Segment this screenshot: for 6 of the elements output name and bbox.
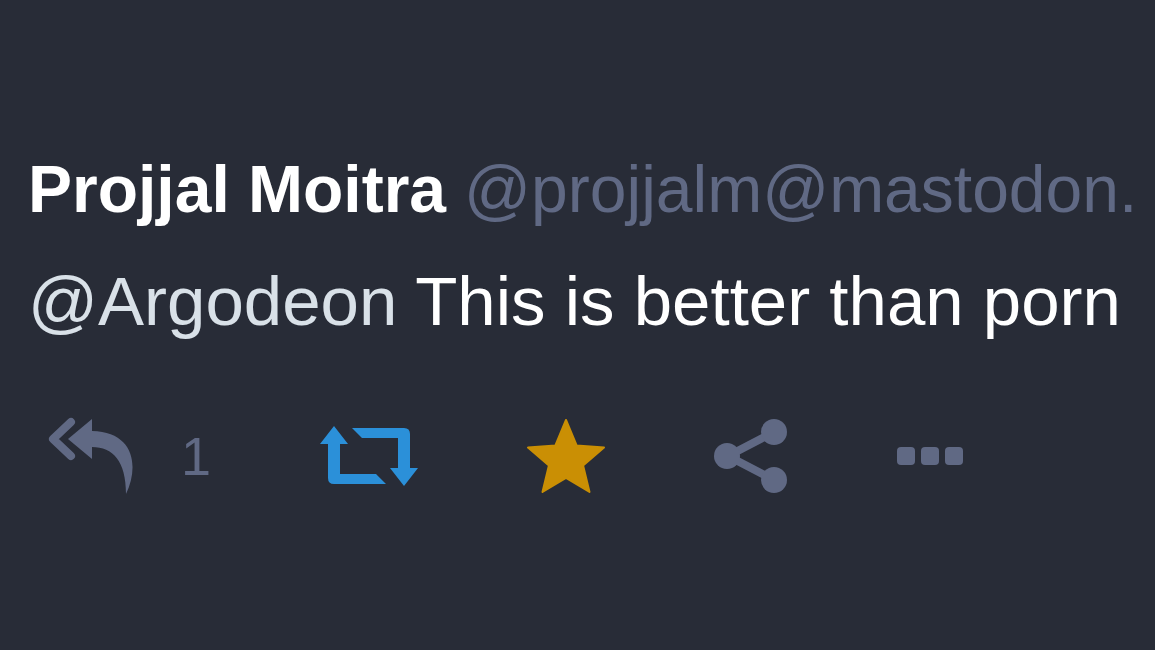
mention-link[interactable]: @Argodeon bbox=[28, 263, 398, 341]
display-name[interactable]: Projjal Moitra bbox=[28, 150, 447, 230]
ellipsis-icon bbox=[897, 446, 963, 466]
reply-all-icon bbox=[47, 417, 135, 495]
share-icon bbox=[714, 419, 788, 493]
post-text: @Argodeon This is better than porn bbox=[27, 262, 1122, 343]
